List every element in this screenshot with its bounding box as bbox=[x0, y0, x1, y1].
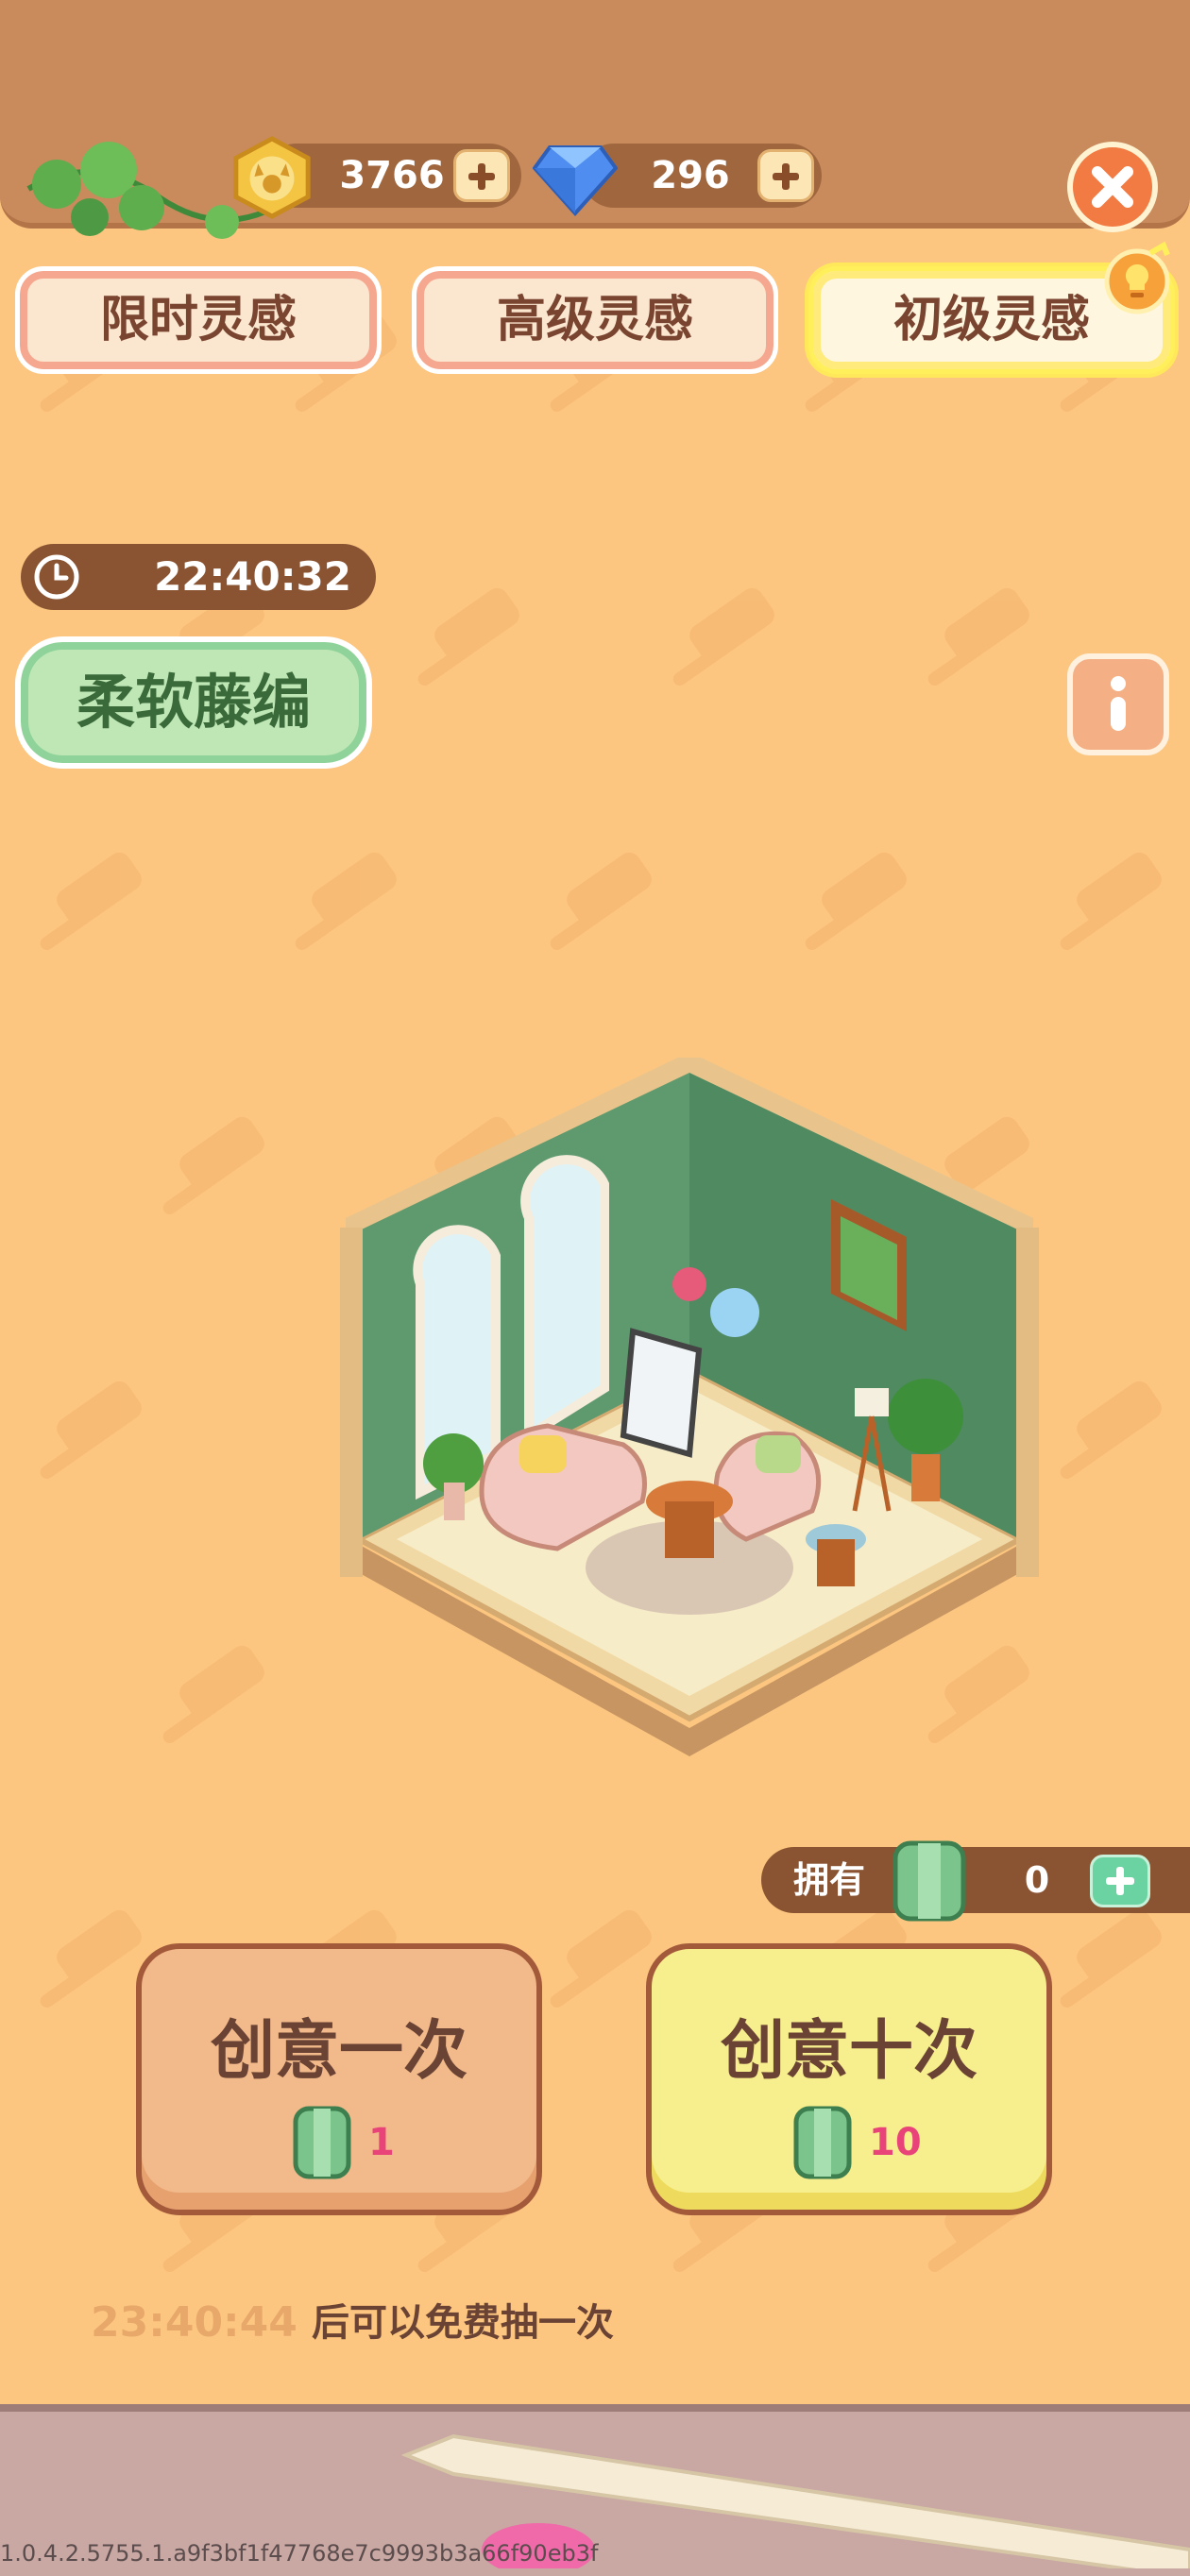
info-icon bbox=[1111, 676, 1126, 731]
coin-icon bbox=[233, 136, 311, 219]
draw-once-button[interactable]: 创意一次 1 bbox=[136, 1943, 542, 2215]
add-tickets-button[interactable] bbox=[1090, 1855, 1150, 1907]
clock-icon bbox=[34, 554, 79, 600]
tab-label: 限时灵感 bbox=[99, 292, 297, 348]
tab-label: 高级灵感 bbox=[496, 292, 693, 348]
version-string: 1.0.4.2.5755.1.a9f3bf1f47768e7c9993b3a66… bbox=[0, 2540, 599, 2567]
gem-value: 296 bbox=[651, 154, 730, 197]
draw-ten-button[interactable]: 创意十次 10 bbox=[646, 1943, 1052, 2215]
room-preview-illustration bbox=[340, 1058, 1039, 1756]
ticket-icon bbox=[793, 2106, 852, 2179]
tab-limited-inspiration[interactable]: 限时灵感 bbox=[15, 266, 382, 374]
close-icon bbox=[1092, 166, 1133, 208]
event-timer: 22:40:32 bbox=[21, 544, 376, 610]
gem-counter: 296 bbox=[582, 144, 822, 208]
free-draw-text: 后可以免费抽一次 bbox=[312, 2301, 614, 2345]
owned-label: 拥有 bbox=[793, 1859, 866, 1901]
owned-tickets-bar: 拥有 0 bbox=[761, 1840, 1190, 1922]
ticket-icon bbox=[892, 1840, 966, 1922]
info-button[interactable] bbox=[1067, 653, 1169, 755]
coin-value: 3766 bbox=[339, 154, 445, 197]
free-draw-countdown: 23:40:44 bbox=[91, 2298, 298, 2347]
add-coins-button[interactable] bbox=[453, 149, 510, 202]
tab-advanced-inspiration[interactable]: 高级灵感 bbox=[412, 266, 778, 374]
draw-once-cost: 1 bbox=[368, 2121, 395, 2164]
draw-ten-cost: 10 bbox=[869, 2121, 922, 2164]
theme-badge: 柔软藤编 bbox=[15, 636, 372, 769]
draw-once-label: 创意一次 bbox=[210, 2014, 468, 2089]
gem-icon bbox=[533, 145, 618, 216]
ticket-icon bbox=[293, 2106, 351, 2179]
theme-label: 柔软藤编 bbox=[76, 668, 311, 737]
owned-value: 0 bbox=[1024, 1859, 1050, 1901]
close-button[interactable] bbox=[1067, 142, 1158, 232]
add-gems-button[interactable] bbox=[757, 149, 814, 202]
timer-value: 22:40:32 bbox=[154, 553, 351, 600]
lightbulb-icon bbox=[1104, 241, 1170, 314]
draw-ten-label: 创意十次 bbox=[720, 2014, 978, 2089]
